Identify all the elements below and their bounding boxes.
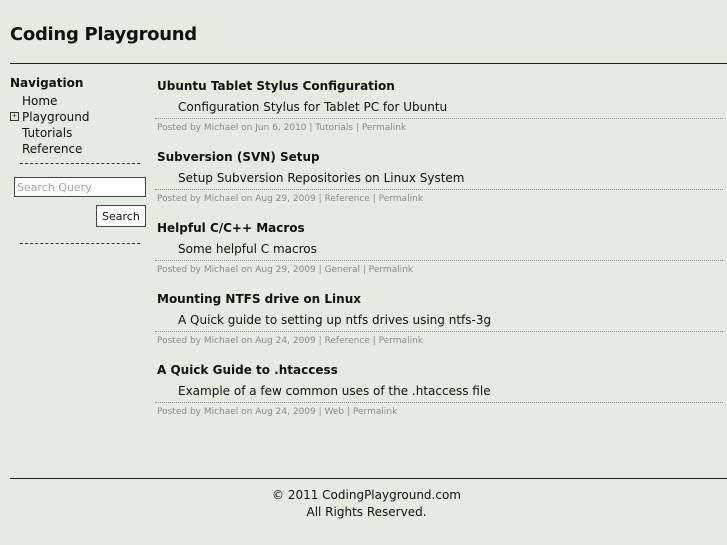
post-meta-text: Posted by Michael on Aug 29, 2009 | [157,194,325,204]
post-summary: Configuration Stylus for Tablet PC for U… [178,100,448,114]
sidebar-item-label: Playground [22,110,90,124]
post-meta: Posted by Michael on Jun 6, 2010 | Tutor… [157,123,406,133]
footer-copyright: © 2011 CodingPlayground.com [272,488,461,502]
post-permalink[interactable]: Permalink [362,123,406,133]
post-title-link[interactable]: Ubuntu Tablet Stylus Configuration [157,79,395,93]
sidebar-divider [20,243,140,244]
sidebar-item-playground[interactable]: + Playground [10,109,145,125]
sidebar-item-label: Reference [22,142,83,156]
post-divider [155,331,723,332]
footer-divider [10,478,727,479]
post-permalink[interactable]: Permalink [369,265,413,275]
search-input[interactable] [14,177,146,197]
meta-separator: | [353,123,362,133]
post-item: Mounting NTFS drive on Linux A Quick gui… [155,291,723,362]
sidebar-item-label: Tutorials [22,126,73,140]
post-divider [155,189,723,190]
post-meta: Posted by Michael on Aug 29, 2009 | Refe… [157,194,423,204]
expand-plus-icon[interactable]: + [10,112,19,121]
meta-separator: | [344,407,353,417]
post-meta: Posted by Michael on Aug 29, 2009 | Gene… [157,265,413,275]
post-item: Helpful C/C++ Macros Some helpful C macr… [155,220,723,291]
search-button[interactable]: Search [96,205,146,227]
header-divider [10,63,727,64]
sidebar-item-label: Home [22,94,58,108]
post-category-link[interactable]: Web [325,407,345,417]
footer: © 2011 CodingPlayground.com All Rights R… [10,487,723,521]
nav-list: Home + Playground Tutorials Reference [10,93,145,157]
post-permalink[interactable]: Permalink [353,407,397,417]
post-meta-text: Posted by Michael on Aug 29, 2009 | [157,265,325,275]
post-meta-text: Posted by Michael on Aug 24, 2009 | [157,407,325,417]
post-permalink[interactable]: Permalink [379,194,423,204]
footer-rights: All Rights Reserved. [306,505,427,519]
post-item: Ubuntu Tablet Stylus Configuration Confi… [155,78,723,149]
sidebar-item-home[interactable]: Home [10,93,145,109]
nav-heading: Navigation [10,76,84,90]
post-divider [155,260,723,261]
sidebar-divider [20,163,140,164]
post-item: A Quick Guide to .htaccess Example of a … [155,362,723,433]
post-meta: Posted by Michael on Aug 24, 2009 | Web … [157,407,397,417]
post-category-link[interactable]: Reference [325,336,370,346]
sidebar-item-tutorials[interactable]: Tutorials [10,125,145,141]
post-summary: Setup Subversion Repositories on Linux S… [178,171,465,185]
post-meta-text: Posted by Michael on Aug 24, 2009 | [157,336,325,346]
post-divider [155,402,723,403]
post-divider [155,118,723,119]
post-summary: A Quick guide to setting up ntfs drives … [178,313,492,327]
post-category-link[interactable]: General [325,265,360,275]
post-title-link[interactable]: Helpful C/C++ Macros [157,221,305,235]
post-item: Subversion (SVN) Setup Setup Subversion … [155,149,723,220]
post-category-link[interactable]: Tutorials [315,123,353,133]
post-meta-text: Posted by Michael on Jun 6, 2010 | [157,123,316,133]
sidebar-item-reference[interactable]: Reference [10,141,145,157]
site-title[interactable]: Coding Playground [10,24,197,45]
post-category-link[interactable]: Reference [325,194,370,204]
post-list: Ubuntu Tablet Stylus Configuration Confi… [155,78,723,433]
post-meta: Posted by Michael on Aug 24, 2009 | Refe… [157,336,423,346]
post-title-link[interactable]: A Quick Guide to .htaccess [157,363,338,377]
post-summary: Example of a few common uses of the .hta… [178,384,491,398]
post-summary: Some helpful C macros [178,242,317,256]
sidebar: Navigation Home + Playground Tutorials R… [10,76,146,244]
post-title-link[interactable]: Subversion (SVN) Setup [157,150,320,164]
post-title-link[interactable]: Mounting NTFS drive on Linux [157,292,361,306]
meta-separator: | [369,336,379,346]
meta-separator: | [359,265,369,275]
meta-separator: | [369,194,379,204]
post-permalink[interactable]: Permalink [379,336,423,346]
